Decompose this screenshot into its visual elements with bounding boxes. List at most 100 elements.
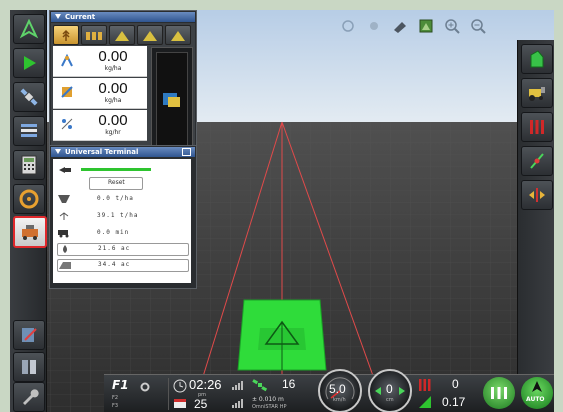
storage-button[interactable] xyxy=(13,352,45,382)
implement-icon xyxy=(22,225,38,240)
cross-track-gauge[interactable]: 0 cm xyxy=(368,369,412,412)
ut-row-time: 0.0 min xyxy=(57,228,187,239)
ut-row-indicator xyxy=(57,165,187,176)
tractor-icon xyxy=(529,87,545,101)
edit-icon xyxy=(22,328,37,342)
zoom-out-icon[interactable] xyxy=(470,18,486,34)
rate-unit: kg/ha xyxy=(104,97,122,104)
product-2-button[interactable] xyxy=(137,25,163,45)
satellite-icon xyxy=(252,379,268,392)
rate-value: 0.00 xyxy=(98,48,128,65)
calculator-button[interactable] xyxy=(13,150,45,180)
product-3-icon xyxy=(171,31,185,41)
list-button[interactable] xyxy=(13,116,45,146)
settings-button[interactable] xyxy=(13,382,45,412)
layer-icon[interactable] xyxy=(366,18,382,34)
right-toolbar xyxy=(517,40,554,412)
hopper-icon xyxy=(58,195,70,203)
ut-row-rate: 0.0 t/ha xyxy=(57,194,187,205)
seed-bag-icon[interactable] xyxy=(160,90,182,108)
play-button[interactable] xyxy=(13,48,45,78)
field-button[interactable] xyxy=(521,44,553,74)
signal-bars-icon xyxy=(232,399,243,408)
universal-terminal-panel: Universal Terminal Reset 0.0 t/ha 39.1 t… xyxy=(50,146,196,288)
product-all-button[interactable] xyxy=(81,25,107,45)
vehicle-button[interactable] xyxy=(521,78,553,108)
product-master-button[interactable] xyxy=(53,25,79,45)
guidance-screen: Current 0.00 kg/ha 0.00 kg/ha 0.00 kg/hr… xyxy=(10,10,554,412)
product-2-icon xyxy=(143,31,157,41)
sections-active-icon xyxy=(491,387,507,399)
eraser-icon[interactable] xyxy=(392,18,408,34)
plant-icon xyxy=(59,212,69,220)
collapse-icon[interactable] xyxy=(55,149,61,154)
sections-icon xyxy=(530,120,544,134)
tank-level-column xyxy=(151,47,193,149)
target-rate-icon xyxy=(61,86,73,98)
product-1-button[interactable] xyxy=(109,25,135,45)
satellite-button[interactable] xyxy=(13,82,45,112)
ut-progress-bar xyxy=(81,168,151,171)
rate-value: 0.00 xyxy=(98,80,128,97)
sections-cell[interactable]: 0 0.17 xyxy=(416,377,480,411)
auto-steer-button[interactable]: AUTO xyxy=(520,377,554,411)
rate-row-1[interactable]: 0.00 kg/ha xyxy=(53,46,147,77)
home-button[interactable] xyxy=(13,14,45,44)
zoom-in-icon[interactable] xyxy=(444,18,460,34)
rate-row-3[interactable]: 0.00 kg/hr xyxy=(53,110,147,141)
bins-icon xyxy=(86,32,102,40)
calendar-icon xyxy=(174,399,186,408)
status-bar: F1 F2 F3 02:26 pm 25 16 ± 0.010 m OmniST… xyxy=(104,369,554,412)
rate-unit: kg/ha xyxy=(104,65,122,72)
compass-icon xyxy=(19,19,39,39)
steering-button[interactable] xyxy=(13,184,45,214)
satellite-icon xyxy=(20,88,38,106)
truck-icon xyxy=(58,230,69,238)
current-panel-title: Current xyxy=(51,12,195,22)
shift-button[interactable] xyxy=(521,180,553,210)
play-icon xyxy=(24,56,36,70)
wrench-icon xyxy=(23,389,39,405)
function-keys[interactable]: F1 F2 F3 xyxy=(110,377,166,411)
wheat-icon xyxy=(62,29,70,41)
map-icon[interactable] xyxy=(418,18,434,34)
implement-arrow-icon xyxy=(59,167,71,173)
implement-status-indicator xyxy=(483,377,515,409)
gps-cell[interactable]: 16 ± 0.010 m OmniSTAR HP xyxy=(230,377,310,411)
sections-icon xyxy=(419,379,431,391)
shift-arrows-icon xyxy=(529,188,545,202)
guidance-button[interactable] xyxy=(521,146,553,176)
ut-row-total-area[interactable]: 34.4 ac xyxy=(57,259,189,272)
clock-cell[interactable]: 02:26 pm 25 xyxy=(172,377,226,411)
zoom-view-icon[interactable] xyxy=(340,18,356,34)
edit-button[interactable] xyxy=(13,320,45,350)
list-icon xyxy=(21,124,37,137)
rate-row-2[interactable]: 0.00 kg/ha xyxy=(53,78,147,109)
storage-icon xyxy=(22,360,36,374)
implement-button[interactable] xyxy=(13,216,47,248)
rate-value: 0.00 xyxy=(98,112,128,129)
guidance-line-icon xyxy=(530,153,544,169)
window-icon[interactable] xyxy=(182,148,191,156)
gear-icon xyxy=(140,382,150,392)
field-icon xyxy=(530,50,544,68)
reset-button[interactable]: Reset xyxy=(89,177,143,190)
product-1-icon xyxy=(115,31,129,41)
speed-gauge[interactable]: 5.0 km/h xyxy=(318,369,362,412)
ut-row-area[interactable]: 21.6 ac xyxy=(57,243,189,256)
implement-status-cell[interactable] xyxy=(482,377,516,411)
auto-indicator: AUTO xyxy=(521,377,553,409)
flow-rate-icon xyxy=(61,118,73,130)
ut-body: Reset 0.0 t/ha 39.1 t/ha 0.0 min 21.6 ac… xyxy=(53,159,191,283)
product-selector xyxy=(53,25,191,45)
current-rates-panel: Current 0.00 kg/ha 0.00 kg/ha 0.00 kg/hr xyxy=(50,11,196,153)
rate-unit: kg/hr xyxy=(105,129,121,136)
collapse-icon[interactable] xyxy=(55,14,61,19)
compass-icon xyxy=(532,381,542,392)
current-panel-body: 0.00 kg/ha 0.00 kg/ha 0.00 kg/hr xyxy=(51,23,195,152)
product-3-button[interactable] xyxy=(165,25,191,45)
sections-button[interactable] xyxy=(521,112,553,142)
steering-wheel-icon xyxy=(19,189,39,209)
drop-icon xyxy=(63,245,67,253)
field-area-icon xyxy=(59,262,71,269)
